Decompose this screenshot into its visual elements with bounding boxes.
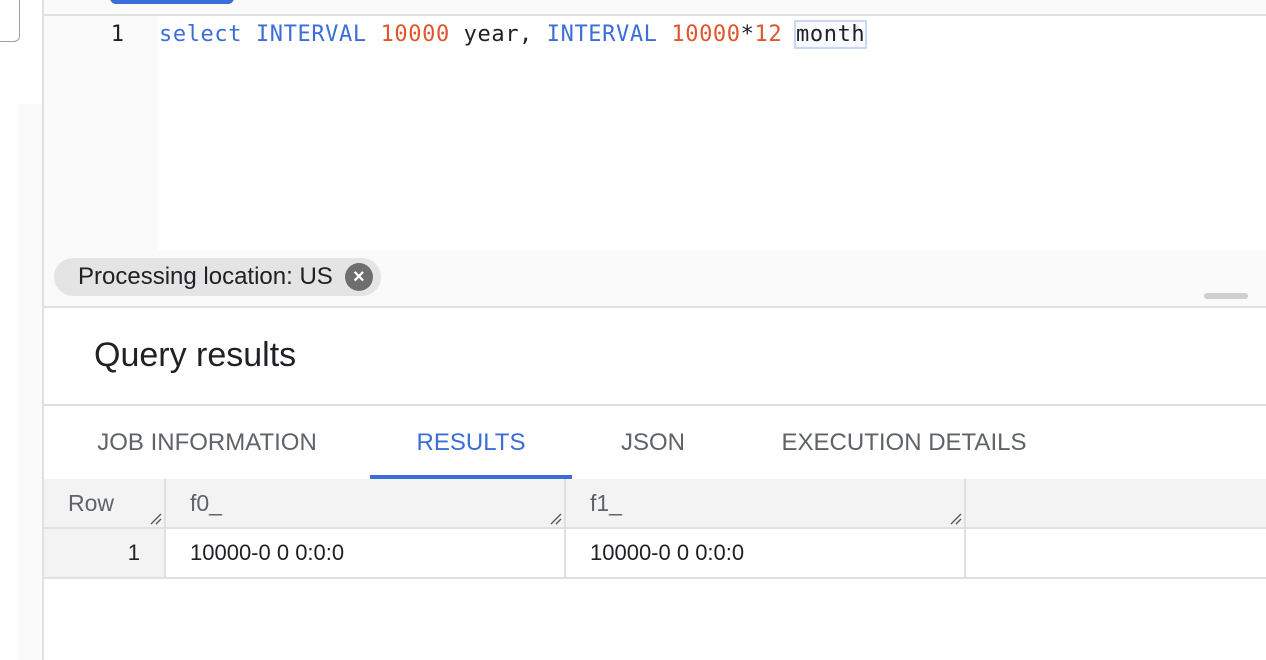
close-circle-icon[interactable]: × — [344, 263, 373, 291]
side-panel-strip — [18, 104, 42, 660]
operator-token: * — [740, 22, 755, 47]
resize-grip-icon[interactable] — [948, 511, 962, 525]
results-tabs: JOB INFORMATION RESULTS JSON EXECUTION D… — [44, 404, 1266, 481]
side-panel-card — [0, 0, 20, 42]
keyword-token: INTERVAL — [546, 22, 658, 47]
keyword-token: select — [159, 22, 243, 47]
number-token: 12 — [754, 22, 783, 47]
table-row: 1 10000-0 0 0:0:0 10000-0 0 0:0:0 — [44, 529, 1266, 579]
column-header-label: Row — [68, 489, 115, 516]
results-title: Query results — [94, 336, 297, 374]
highlighted-identifier-token: month — [794, 20, 868, 49]
column-header-row[interactable]: Row — [44, 479, 166, 527]
column-header-f0[interactable]: f0_ — [166, 479, 566, 527]
tab-results[interactable]: RESULTS — [370, 406, 572, 479]
editor-gutter: 1 — [44, 16, 158, 250]
tab-json[interactable]: JSON — [598, 406, 708, 479]
panel-resize-handle[interactable] — [1204, 293, 1248, 299]
sql-editor[interactable]: 1 select INTERVAL 10000 year, INTERVAL 1… — [44, 16, 1266, 250]
column-header-label: f0_ — [190, 489, 222, 516]
tab-job-information[interactable]: JOB INFORMATION — [66, 406, 348, 479]
identifier-token: year, — [463, 22, 533, 47]
table-header-row: Row f0_ f1_ — [44, 479, 1266, 529]
resize-grip-icon[interactable] — [548, 511, 562, 525]
processing-location-label: Processing location: US — [78, 263, 333, 290]
table-cell-f0[interactable]: 10000-0 0 0:0:0 — [166, 529, 566, 577]
table-cell-f1[interactable]: 10000-0 0 0:0:0 — [566, 529, 966, 577]
row-number-cell: 1 — [44, 529, 166, 577]
resize-grip-icon[interactable] — [148, 511, 162, 525]
tab-execution-details[interactable]: EXECUTION DETAILS — [758, 406, 1050, 479]
column-header-label: f1_ — [590, 489, 622, 516]
line-number: 1 — [110, 22, 124, 47]
column-header-f1[interactable]: f1_ — [566, 479, 966, 527]
processing-location-bar: Processing location: US × — [44, 250, 1266, 308]
editor-toolbar — [44, 0, 1266, 16]
number-token: 10000 — [380, 22, 450, 47]
run-button[interactable] — [110, 0, 234, 4]
keyword-token: INTERVAL — [255, 22, 367, 47]
query-workspace: 1 select INTERVAL 10000 year, INTERVAL 1… — [42, 0, 1266, 660]
code-line[interactable]: select INTERVAL 10000 year, INTERVAL 100… — [159, 18, 868, 52]
number-token: 10000 — [671, 22, 741, 47]
processing-location-chip[interactable]: Processing location: US × — [54, 258, 381, 296]
